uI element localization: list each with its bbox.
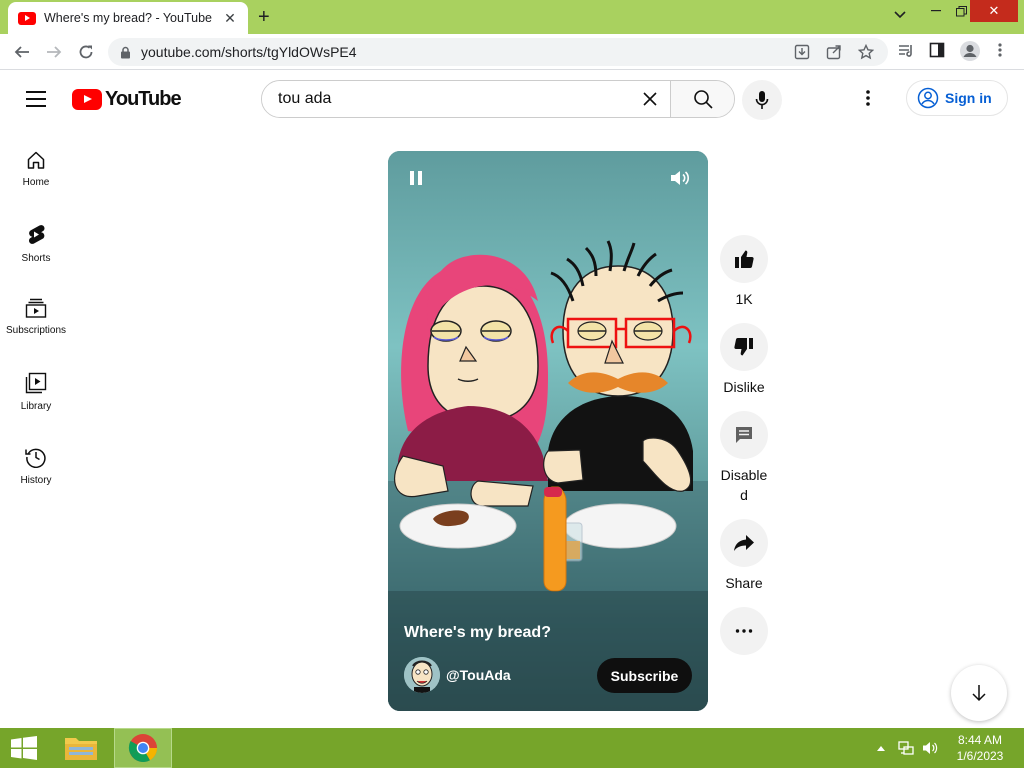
sidebar-item-home[interactable]: Home [0, 140, 72, 214]
youtube-header: YouTube Sign in [0, 71, 1024, 127]
more-horizontal-icon [735, 629, 753, 633]
guide-sidebar: Home Shorts Subscriptions Library Histor… [0, 140, 72, 510]
sidebar-item-library[interactable]: Library [0, 362, 72, 436]
thumbs-up-icon [735, 250, 754, 268]
forward-button[interactable] [44, 42, 64, 62]
sidebar-item-label: Shorts [21, 253, 51, 264]
clock-time: 8:44 AM [957, 733, 1003, 747]
reload-button[interactable] [76, 42, 96, 62]
search-icon [693, 90, 713, 109]
folder-icon [65, 738, 97, 760]
channel-name[interactable]: @TouAda [446, 667, 511, 683]
comment-icon [736, 427, 752, 443]
windows-taskbar: 8:44 AM 1/6/2023 [0, 728, 1024, 768]
browser-toolbar: youtube.com/shorts/tgYldOWsPE4 [0, 34, 1024, 70]
bookmark-star-icon[interactable] [858, 44, 874, 60]
media-controls-icon[interactable] [897, 42, 915, 60]
tab-title: Where's my bread? - YouTube [44, 11, 212, 25]
install-app-icon[interactable] [794, 44, 810, 60]
menu-hamburger-icon[interactable] [26, 91, 46, 107]
subscriptions-icon [25, 298, 47, 318]
close-window-button[interactable]: ✕ [970, 0, 1018, 22]
lock-icon [121, 46, 130, 58]
new-tab-button[interactable]: + [258, 6, 270, 28]
share-arrow-icon [734, 535, 754, 551]
chrome-logo-icon [128, 734, 158, 763]
logo-text: YouTube [105, 88, 182, 110]
channel-avatar[interactable] [404, 657, 440, 693]
settings-more-icon[interactable] [866, 89, 870, 107]
library-icon [25, 372, 47, 394]
search-input[interactable] [262, 81, 630, 117]
minimize-button[interactable] [924, 0, 948, 22]
share-button[interactable] [720, 519, 768, 567]
sign-in-label: Sign in [945, 90, 992, 106]
video-title[interactable]: Where's my bread? [404, 624, 551, 642]
share-page-icon[interactable] [826, 44, 842, 60]
clock-date: 1/6/2023 [956, 749, 1004, 763]
dislike-button[interactable] [720, 323, 768, 371]
comments-button[interactable] [720, 411, 768, 459]
start-button[interactable] [0, 728, 48, 768]
share-action: Share [720, 519, 768, 593]
file-explorer-button[interactable] [56, 728, 106, 768]
address-bar[interactable]: youtube.com/shorts/tgYldOWsPE4 [108, 38, 888, 66]
browser-titlebar: Where's my bread? - YouTube ✕ + ✕ [0, 0, 1024, 34]
sidebar-item-label: History [20, 475, 52, 486]
more-options-button[interactable] [720, 607, 768, 655]
comments-disabled-label: Disabled [720, 467, 768, 503]
like-action: 1K [720, 235, 768, 309]
browser-tab[interactable]: Where's my bread? - YouTube ✕ [8, 2, 248, 34]
next-video-button[interactable] [951, 665, 1007, 721]
home-icon [27, 151, 45, 169]
show-hidden-icons-chevron-icon[interactable] [874, 728, 888, 768]
search-button[interactable] [670, 81, 734, 117]
dislike-action: Dislike [720, 323, 768, 397]
windows-logo-icon [11, 736, 37, 760]
channel-info[interactable]: @TouAda [404, 657, 511, 693]
microphone-icon [755, 91, 769, 109]
network-icon[interactable] [896, 728, 916, 768]
volume-tray-icon[interactable] [920, 728, 940, 768]
sidebar-item-subscriptions[interactable]: Subscriptions [0, 288, 72, 362]
profile-avatar-icon[interactable] [959, 40, 981, 62]
chrome-taskbar-button[interactable] [114, 728, 172, 768]
subscribe-button[interactable]: Subscribe [597, 658, 692, 693]
comments-action: Disabled [720, 411, 768, 505]
voice-search-button[interactable] [742, 80, 782, 120]
youtube-favicon-icon [18, 11, 36, 25]
sidebar-item-label: Subscriptions [5, 325, 67, 336]
youtube-logo[interactable]: YouTube [72, 88, 182, 111]
search-box [261, 80, 735, 118]
back-button[interactable] [12, 42, 32, 62]
dislike-label: Dislike [723, 379, 765, 395]
thumbs-down-icon [734, 338, 753, 356]
youtube-play-icon [72, 89, 102, 110]
tab-search-chevron-icon[interactable] [886, 4, 914, 26]
clear-search-icon[interactable] [630, 81, 670, 117]
sidebar-item-label: Home [22, 177, 50, 188]
sidebar-item-shorts[interactable]: Shorts [0, 214, 72, 288]
history-icon [25, 448, 46, 468]
url-text: youtube.com/shorts/tgYldOWsPE4 [141, 44, 357, 60]
restore-button[interactable] [950, 0, 972, 22]
shorts-icon [29, 225, 45, 244]
like-count: 1K [735, 291, 753, 307]
tab-close-icon[interactable]: ✕ [222, 10, 238, 27]
like-button[interactable] [720, 235, 768, 283]
volume-icon[interactable] [670, 169, 690, 187]
pause-icon[interactable] [408, 169, 424, 187]
system-clock[interactable]: 8:44 AM 1/6/2023 [940, 732, 1020, 764]
chrome-menu-icon[interactable] [998, 42, 1002, 58]
sign-in-button[interactable]: Sign in [906, 80, 1008, 116]
sidebar-item-label: Library [20, 401, 52, 412]
side-panel-icon[interactable] [929, 42, 945, 58]
arrow-down-icon [972, 685, 986, 702]
account-circle-icon [917, 87, 939, 109]
more-action [720, 607, 768, 655]
sidebar-item-history[interactable]: History [0, 436, 72, 510]
share-label: Share [725, 575, 763, 591]
shorts-video-player[interactable]: Where's my bread? @TouAda Subscribe [388, 151, 708, 711]
